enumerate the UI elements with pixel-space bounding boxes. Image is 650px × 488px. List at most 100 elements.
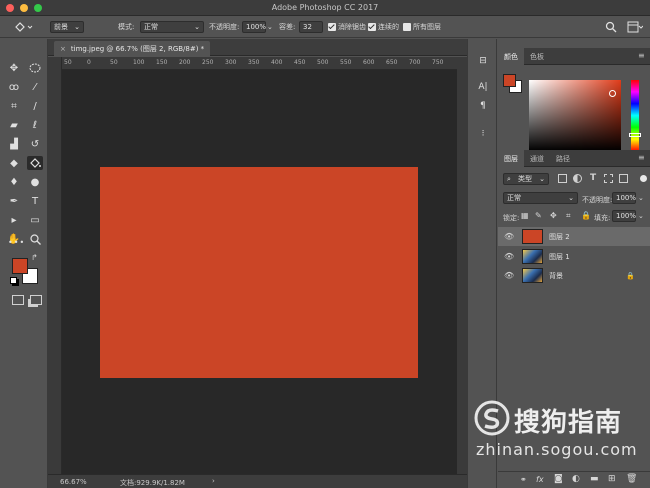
filter-pixel-icon[interactable]: [558, 174, 567, 183]
more-tools-dots-icon[interactable]: •••: [8, 238, 25, 247]
add-mask-icon[interactable]: ◙: [554, 474, 563, 484]
eye-icon[interactable]: 👁: [504, 252, 514, 261]
workspace-icon[interactable]: [627, 20, 643, 34]
properties-icon[interactable]: ⊟: [475, 56, 491, 70]
document-image[interactable]: [100, 167, 418, 378]
color-picker-field[interactable]: [529, 80, 621, 151]
screen-mode-icon[interactable]: [30, 295, 42, 305]
paragraph-icon[interactable]: ¶: [475, 101, 491, 115]
blur-icon[interactable]: ♦: [6, 175, 22, 189]
adjustment-layer-icon[interactable]: ◐: [572, 474, 580, 484]
close-tab-icon[interactable]: ×: [60, 45, 66, 53]
tab-paths[interactable]: 路径: [550, 150, 576, 167]
glyphs-icon[interactable]: ⁝: [475, 129, 491, 143]
contiguous-checkbox[interactable]: 连续的: [368, 20, 399, 34]
layer-name: 背景: [549, 271, 563, 280]
filter-shape-icon[interactable]: [604, 174, 613, 183]
new-layer-icon[interactable]: ⊞: [608, 474, 616, 484]
paint-bucket-icon[interactable]: [27, 156, 43, 170]
rectangle-icon[interactable]: ▭: [27, 213, 43, 227]
vertical-scrollbar[interactable]: [457, 57, 467, 474]
filter-smart-object-icon[interactable]: [619, 174, 628, 183]
document-tab[interactable]: × timg.jpeg @ 66.7% (图层 2, RGB/8#) *: [54, 41, 211, 56]
brush-icon[interactable]: ℓ: [27, 118, 43, 132]
history-brush-icon[interactable]: ↺: [27, 137, 43, 151]
antialias-checkbox[interactable]: 消除锯齿: [328, 20, 366, 34]
horizontal-ruler: 50 0 50 100 150 200 250 300 350 400 450 500 550 600 65…: [62, 57, 457, 70]
zoom-level[interactable]: 66.67%: [60, 478, 87, 486]
panel-menu-icon[interactable]: ≡: [638, 153, 645, 162]
eyedropper-icon[interactable]: /: [27, 99, 43, 113]
blend-mode-select[interactable]: 正常 ⌄: [503, 192, 578, 204]
filter-toggle-icon[interactable]: [640, 175, 647, 182]
canvas-area[interactable]: [62, 70, 457, 474]
status-menu-icon[interactable]: ›: [212, 477, 215, 485]
filter-type-icon[interactable]: T: [590, 173, 596, 183]
ruler-tick: 150: [156, 59, 168, 66]
tab-channels[interactable]: 通道: [524, 150, 550, 167]
ruler-tick: 500: [317, 59, 329, 66]
opacity-dropdown-icon[interactable]: ⌄: [267, 20, 273, 34]
tab-swatches[interactable]: 色板: [524, 48, 550, 65]
magic-wand-icon[interactable]: ⁄: [27, 80, 43, 94]
pen-icon[interactable]: ✒: [6, 194, 22, 208]
lasso-icon[interactable]: ꝏ: [6, 80, 22, 94]
filter-adjustment-icon[interactable]: [573, 174, 582, 183]
lock-artboard-icon[interactable]: ⌗: [566, 211, 571, 221]
sogou-logo-icon: [474, 400, 510, 436]
opacity-input[interactable]: 100%: [242, 21, 266, 33]
delete-layer-icon[interactable]: 🗑: [626, 474, 637, 484]
zoom-icon[interactable]: [27, 232, 43, 246]
fill-input[interactable]: 100%: [612, 210, 636, 222]
foreground-color-swatch[interactable]: [12, 258, 28, 274]
new-group-icon[interactable]: ▬: [590, 474, 599, 484]
fx-icon[interactable]: fx: [536, 475, 544, 484]
healing-icon[interactable]: ▰: [6, 118, 22, 132]
lock-all-icon[interactable]: 🔒: [581, 211, 591, 220]
eye-icon[interactable]: 👁: [504, 271, 514, 280]
layer-row[interactable]: 👁 背景 🔒: [498, 266, 650, 285]
layer-row[interactable]: 👁 图层 2: [498, 227, 650, 246]
swap-colors-icon[interactable]: ↱: [31, 253, 38, 262]
layer-name: 图层 1: [549, 252, 570, 261]
tolerance-input[interactable]: 32: [299, 21, 323, 33]
default-colors-icon[interactable]: [10, 277, 17, 284]
mode-label: 模式:: [118, 23, 135, 31]
lock-position-icon[interactable]: ✥: [550, 211, 557, 220]
paint-bucket-preset-icon[interactable]: [14, 20, 34, 34]
lock-transparent-icon[interactable]: ▦: [521, 211, 529, 220]
quick-mask-icon[interactable]: [12, 295, 24, 305]
ruler-tick: 250: [202, 59, 214, 66]
link-layers-icon[interactable]: ⚭: [520, 475, 527, 484]
hue-slider-handle-icon[interactable]: [629, 133, 641, 137]
layer-row[interactable]: 👁 图层 1: [498, 247, 650, 266]
fill-source-select[interactable]: 前景 ⌄: [50, 21, 84, 33]
hue-slider[interactable]: [631, 80, 639, 151]
chevron-down-icon[interactable]: ⌄: [638, 212, 644, 220]
tab-color[interactable]: 颜色: [498, 48, 524, 65]
color-fg-swatch[interactable]: [503, 74, 516, 87]
eraser-icon[interactable]: ◆: [6, 156, 22, 170]
panel-menu-icon[interactable]: ≡: [638, 51, 645, 60]
all-layers-checkbox[interactable]: 所有图层: [403, 20, 441, 34]
character-icon[interactable]: A|: [475, 82, 491, 96]
path-select-icon[interactable]: ▸: [6, 213, 22, 227]
move-icon[interactable]: ✥: [6, 61, 22, 75]
search-icon[interactable]: [605, 20, 617, 34]
title-bar: Adobe Photoshop CC 2017: [0, 0, 650, 16]
mode-select[interactable]: 正常 ⌄: [140, 21, 204, 33]
ruler-tick: 300: [225, 59, 237, 66]
crop-icon[interactable]: ⌗: [6, 99, 22, 113]
lock-label: 锁定:: [503, 214, 520, 222]
layer-opacity-input[interactable]: 100%: [612, 192, 636, 204]
tab-layers[interactable]: 图层: [498, 150, 524, 167]
chevron-down-icon[interactable]: ⌄: [638, 194, 644, 202]
stamp-icon[interactable]: ▟: [6, 137, 22, 151]
dodge-icon[interactable]: ●: [27, 175, 43, 189]
eye-icon[interactable]: 👁: [504, 232, 514, 241]
lock-image-icon[interactable]: ✎: [535, 211, 542, 220]
picker-handle[interactable]: [609, 90, 616, 97]
type-icon[interactable]: T: [27, 194, 43, 208]
layer-filter-select[interactable]: ⌕ 类型 ⌄: [503, 173, 549, 185]
marquee-icon[interactable]: [27, 61, 43, 75]
